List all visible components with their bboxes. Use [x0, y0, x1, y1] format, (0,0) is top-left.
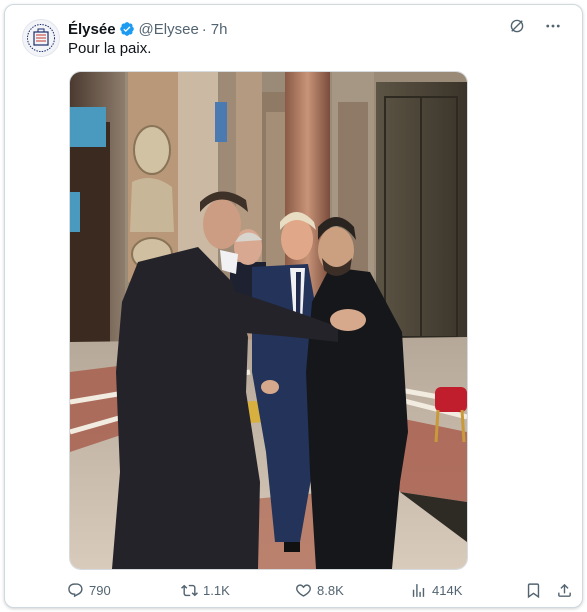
- heart-icon: [296, 584, 311, 597]
- author-handle[interactable]: @Elysee: [139, 21, 199, 38]
- tweet-header: Élysée @Elysee · 7h: [68, 19, 562, 39]
- reply-button[interactable]: 790: [67, 582, 111, 599]
- author-name[interactable]: Élysée: [68, 21, 116, 38]
- like-count: 8.8K: [317, 583, 344, 598]
- verified-badge-icon: [119, 21, 135, 37]
- author-avatar[interactable]: [22, 19, 60, 57]
- share-icon: [558, 583, 571, 597]
- repost-count: 1.1K: [203, 583, 230, 598]
- views-count: 414K: [432, 583, 463, 598]
- grok-icon[interactable]: [508, 17, 526, 39]
- tweet-text: Pour la paix.: [68, 40, 152, 57]
- repost-icon: [181, 584, 198, 597]
- more-dots-icon[interactable]: [544, 17, 562, 39]
- like-button[interactable]: 8.8K: [295, 582, 344, 599]
- bookmark-icon: [527, 583, 540, 599]
- reply-count: 790: [89, 583, 111, 598]
- repost-button[interactable]: 1.1K: [181, 582, 230, 599]
- bookmark-button[interactable]: [525, 582, 542, 599]
- tweet-photo[interactable]: [69, 71, 468, 570]
- photo-of-four-men-in-basilica: [70, 72, 467, 569]
- tweet-card[interactable]: Élysée @Elysee · 7h Pour la paix. 790 1.…: [4, 4, 583, 608]
- views-chart-icon: [412, 584, 425, 597]
- elysee-seal-icon: [27, 24, 55, 52]
- reply-icon: [68, 583, 83, 598]
- share-button[interactable]: [556, 582, 573, 599]
- views-button[interactable]: 414K: [410, 582, 462, 599]
- header-actions: [508, 17, 562, 39]
- timestamp[interactable]: 7h: [211, 21, 228, 38]
- separator-dot: ·: [201, 20, 207, 38]
- tweet-actions-bar: 790 1.1K 8.8K 414K: [67, 582, 575, 602]
